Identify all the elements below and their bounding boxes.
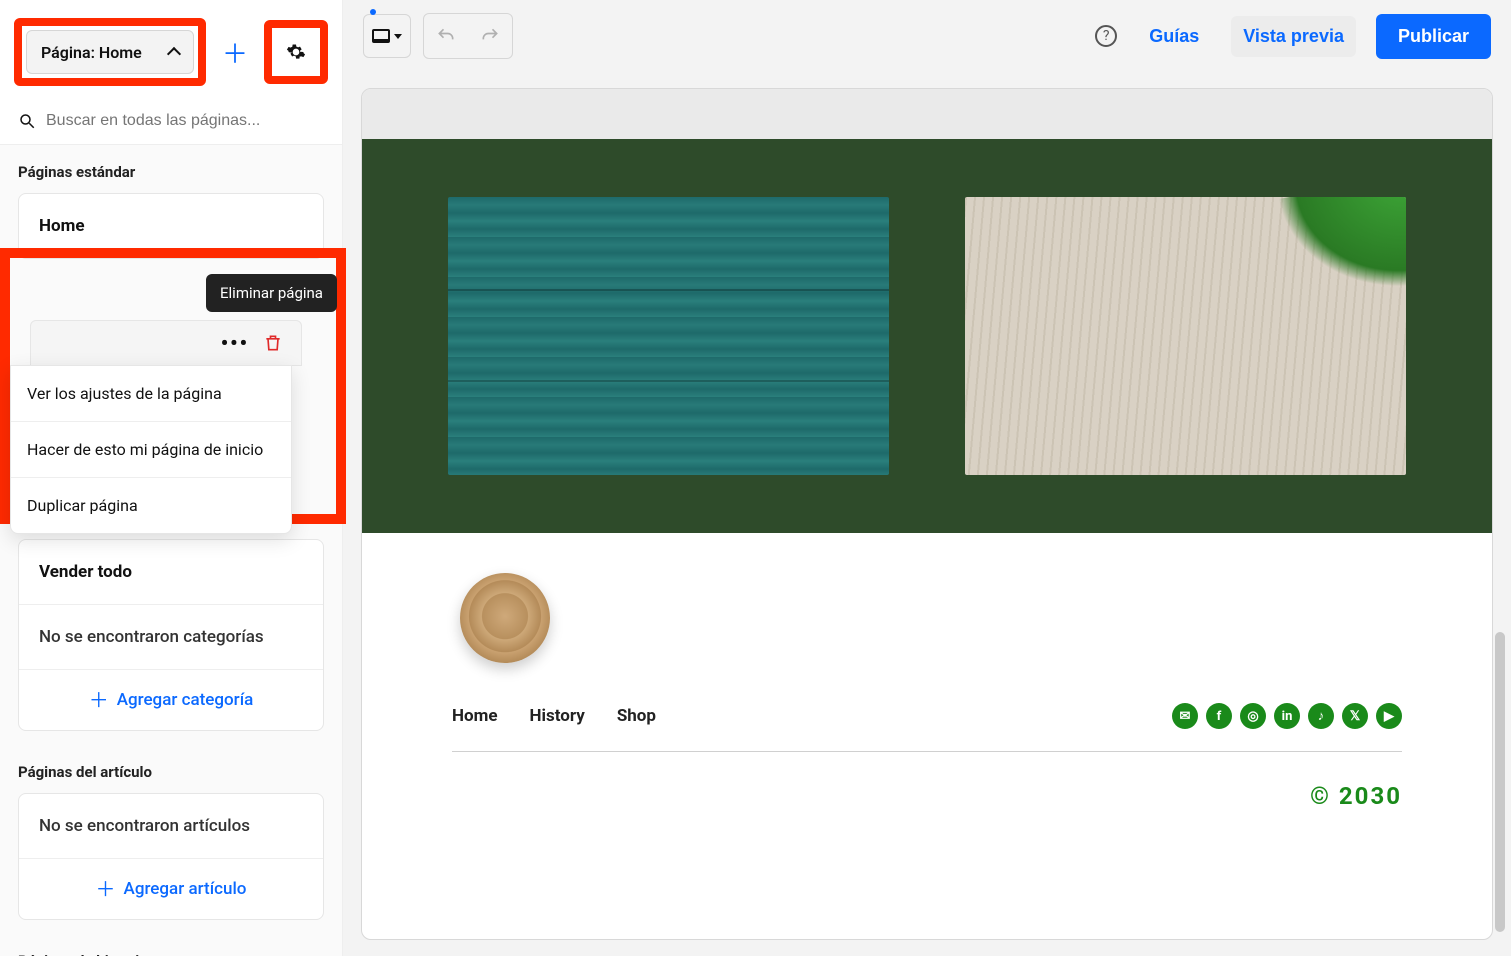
gear-icon <box>286 42 306 62</box>
page-selector-dropdown[interactable]: Página: Home <box>26 30 194 74</box>
footer-nav-row: Home History Shop ✉ f ◎ in ♪ 𝕏 ▶ <box>452 703 1402 752</box>
copyright-text: © 2030 <box>452 782 1402 810</box>
social-icons: ✉ f ◎ in ♪ 𝕏 ▶ <box>1172 703 1402 729</box>
section-standard-pages: Páginas estándar <box>0 145 342 193</box>
search-bar <box>0 104 342 145</box>
more-actions-button[interactable]: ••• <box>221 331 249 355</box>
page-row-actions: ••• <box>30 320 302 366</box>
top-toolbar: ? Guías Vista previa Publicar <box>343 0 1511 72</box>
add-article-button[interactable]: ＋ Agregar artículo <box>19 859 323 919</box>
leaf-decoration <box>1277 197 1406 307</box>
highlight-page-dropdown: Página: Home <box>14 18 206 86</box>
sell-card: Vender todo No se encontraron categorías… <box>18 539 324 731</box>
ctx-page-settings[interactable]: Ver los ajustes de la página <box>11 366 291 422</box>
chevron-up-icon <box>167 47 181 61</box>
page-item-home[interactable]: Home <box>19 194 323 258</box>
page-item-sell-all[interactable]: Vender todo <box>19 540 323 605</box>
add-article-label: Agregar artículo <box>124 879 247 899</box>
linkedin-icon[interactable]: in <box>1274 703 1300 729</box>
device-preview-dropdown[interactable] <box>363 14 411 58</box>
preview-button[interactable]: Vista previa <box>1231 16 1356 57</box>
add-category-button[interactable]: ＋ Agregar categoría <box>19 670 323 730</box>
sidebar-content: Páginas estándar Home Vender todo No se … <box>0 145 342 956</box>
ctx-make-homepage[interactable]: Hacer de esto mi página de inicio <box>11 422 291 478</box>
search-icon <box>18 112 36 130</box>
email-icon[interactable]: ✉ <box>1172 703 1198 729</box>
search-input[interactable] <box>46 112 324 130</box>
site-canvas: Home History Shop ✉ f ◎ in ♪ 𝕏 ▶ <box>361 88 1493 940</box>
highlight-settings <box>264 20 328 84</box>
guides-button[interactable]: Guías <box>1137 16 1211 57</box>
main-area: ? Guías Vista previa Publicar <box>343 0 1511 956</box>
undo-redo-group <box>423 13 513 59</box>
twitter-icon[interactable]: 𝕏 <box>1342 703 1368 729</box>
section-history-pages: Páginas de historia <box>0 934 342 956</box>
articles-card: No se encontraron artículos ＋ Agregar ar… <box>18 793 324 920</box>
section-article-pages: Páginas del artículo <box>0 745 342 793</box>
context-menu: Ver los ajustes de la página Hacer de es… <box>10 365 292 534</box>
hero-image-right[interactable] <box>965 197 1406 475</box>
nav-link-home[interactable]: Home <box>452 706 498 726</box>
page-selector-label: Página: Home <box>41 43 142 62</box>
chevron-down-icon <box>394 34 402 39</box>
nav-link-history[interactable]: History <box>530 706 585 726</box>
tiktok-icon[interactable]: ♪ <box>1308 703 1334 729</box>
delete-tooltip: Eliminar página <box>206 274 337 312</box>
ctx-duplicate-page[interactable]: Duplicar página <box>11 478 291 533</box>
add-page-button[interactable]: ＋ <box>216 33 254 71</box>
facebook-icon[interactable]: f <box>1206 703 1232 729</box>
hero-image-left[interactable] <box>448 197 889 475</box>
add-category-label: Agregar categoría <box>117 690 254 710</box>
toolbar-left <box>363 13 513 59</box>
footer-logo[interactable] <box>460 573 550 663</box>
redo-button[interactable] <box>468 14 512 58</box>
settings-button[interactable] <box>274 30 318 74</box>
sidebar-topbar: Página: Home ＋ <box>0 0 342 104</box>
redo-icon <box>480 26 500 46</box>
hero-section <box>362 139 1492 533</box>
instagram-icon[interactable]: ◎ <box>1240 703 1266 729</box>
site-footer: Home History Shop ✉ f ◎ in ♪ 𝕏 ▶ <box>362 533 1492 870</box>
canvas-header-placeholder <box>362 89 1492 139</box>
delete-page-button[interactable] <box>263 333 283 353</box>
empty-categories: No se encontraron categorías <box>19 605 323 670</box>
footer-nav-links: Home History Shop <box>452 706 656 726</box>
desktop-icon <box>372 29 390 43</box>
undo-icon <box>436 26 456 46</box>
undo-button[interactable] <box>424 14 468 58</box>
publish-button[interactable]: Publicar <box>1376 14 1491 59</box>
pages-card: Home <box>18 193 324 259</box>
canvas-viewport[interactable]: Home History Shop ✉ f ◎ in ♪ 𝕏 ▶ <box>343 72 1511 956</box>
youtube-icon[interactable]: ▶ <box>1376 703 1402 729</box>
sidebar: Página: Home ＋ Páginas estándar Home Ven… <box>0 0 343 956</box>
scrollbar[interactable] <box>1495 632 1505 932</box>
trash-icon <box>263 333 283 353</box>
help-button[interactable]: ? <box>1095 25 1117 47</box>
toolbar-right: ? Guías Vista previa Publicar <box>1095 14 1491 59</box>
plus-icon: ＋ <box>96 879 116 899</box>
nav-link-shop[interactable]: Shop <box>617 706 656 726</box>
plus-icon: ＋ <box>89 690 109 710</box>
empty-articles: No se encontraron artículos <box>19 794 323 859</box>
